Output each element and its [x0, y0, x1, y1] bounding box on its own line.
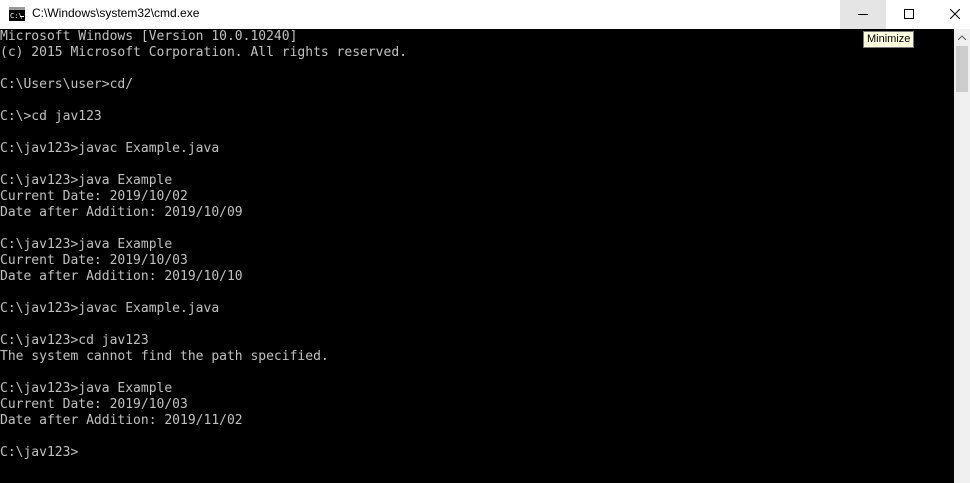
minimize-tooltip: Minimize	[863, 31, 915, 48]
console-line: Date after Addition: 2019/10/09	[0, 205, 243, 220]
cmd-window: C:\ C:\Windows\system32\cmd.exe Minimize…	[0, 0, 970, 483]
console-line: C:\>cd jav123	[0, 109, 102, 124]
console-line: Current Date: 2019/10/03	[0, 253, 188, 268]
minimize-icon	[858, 14, 868, 15]
console-line: Microsoft Windows [Version 10.0.10240]	[0, 29, 298, 44]
console-line: C:\jav123>java Example	[0, 173, 173, 188]
chevron-up-icon	[958, 35, 966, 40]
console-line: (c) 2015 Microsoft Corporation. All righ…	[0, 45, 407, 60]
title-bar[interactable]: C:\ C:\Windows\system32\cmd.exe	[0, 0, 970, 29]
console-line: C:\jav123>javac Example.java	[0, 301, 220, 316]
console-line: Date after Addition: 2019/10/10	[0, 269, 243, 284]
console-line: Current Date: 2019/10/03	[0, 397, 188, 412]
vertical-scrollbar[interactable]	[954, 29, 970, 483]
close-icon	[950, 9, 960, 19]
console-line: C:\jav123>cd jav123	[0, 333, 149, 348]
scrollbar-thumb[interactable]	[956, 46, 968, 92]
scroll-up-button[interactable]	[954, 29, 970, 46]
close-button[interactable]	[932, 0, 970, 29]
window-title: C:\Windows\system32\cmd.exe	[32, 6, 200, 20]
minimize-button[interactable]	[840, 0, 886, 29]
console-line: The system cannot find the path specifie…	[0, 349, 329, 364]
console-output[interactable]: Microsoft Windows [Version 10.0.10240] (c…	[0, 29, 954, 483]
console-line: C:\jav123>java Example	[0, 237, 173, 252]
maximize-button[interactable]	[886, 0, 932, 29]
maximize-icon	[904, 9, 914, 19]
console-line: C:\Users\user>cd/	[0, 77, 134, 92]
console-line: Current Date: 2019/10/02	[0, 189, 188, 204]
console-line: C:\jav123>java Example	[0, 381, 173, 396]
cmd-icon[interactable]: C:\	[9, 7, 25, 21]
console-line: C:\jav123>javac Example.java	[0, 141, 220, 156]
console-line: Date after Addition: 2019/11/02	[0, 413, 243, 428]
console-line: C:\jav123>	[0, 445, 79, 460]
